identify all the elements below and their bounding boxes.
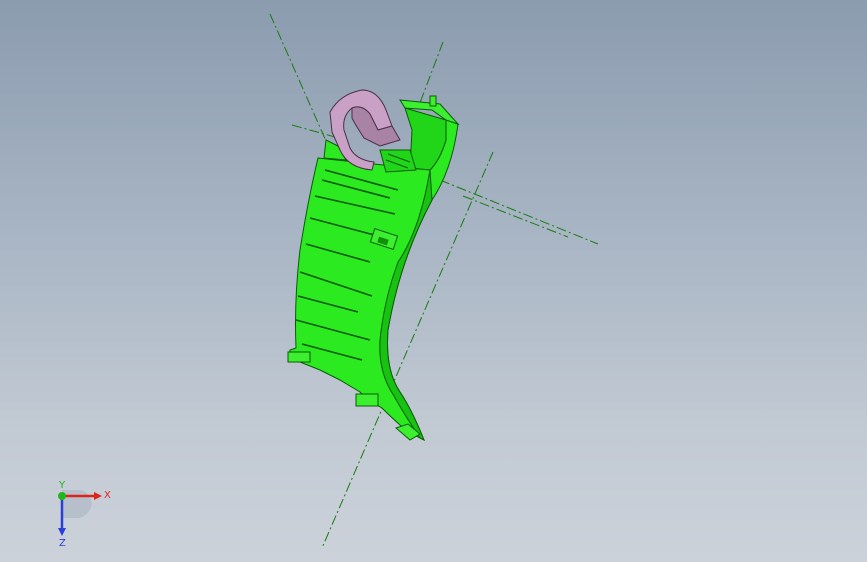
cad-viewport[interactable]: X Y Z	[0, 0, 867, 562]
upper-inner-rib	[379, 149, 417, 173]
centerline-horizontal-2	[462, 195, 569, 238]
centerline-upper-left	[269, 13, 331, 151]
y-axis-label: Y	[58, 480, 66, 491]
z-axis-label: Z	[59, 538, 66, 548]
top-pin	[429, 95, 437, 107]
x-arrow-icon	[94, 492, 102, 500]
z-arrow-icon	[58, 528, 66, 536]
model-scene[interactable]	[0, 0, 867, 562]
bottom-tab-left	[287, 351, 311, 363]
bottom-tab-right	[355, 393, 379, 407]
green-part[interactable]	[287, 95, 460, 442]
centerline-short	[291, 124, 336, 138]
axis-triad[interactable]: X Y Z	[40, 478, 120, 548]
centerline-horizontal-1	[439, 179, 599, 245]
y-axis-icon	[58, 492, 66, 500]
triad-shadow	[62, 490, 92, 518]
x-axis-label: X	[104, 490, 111, 501]
